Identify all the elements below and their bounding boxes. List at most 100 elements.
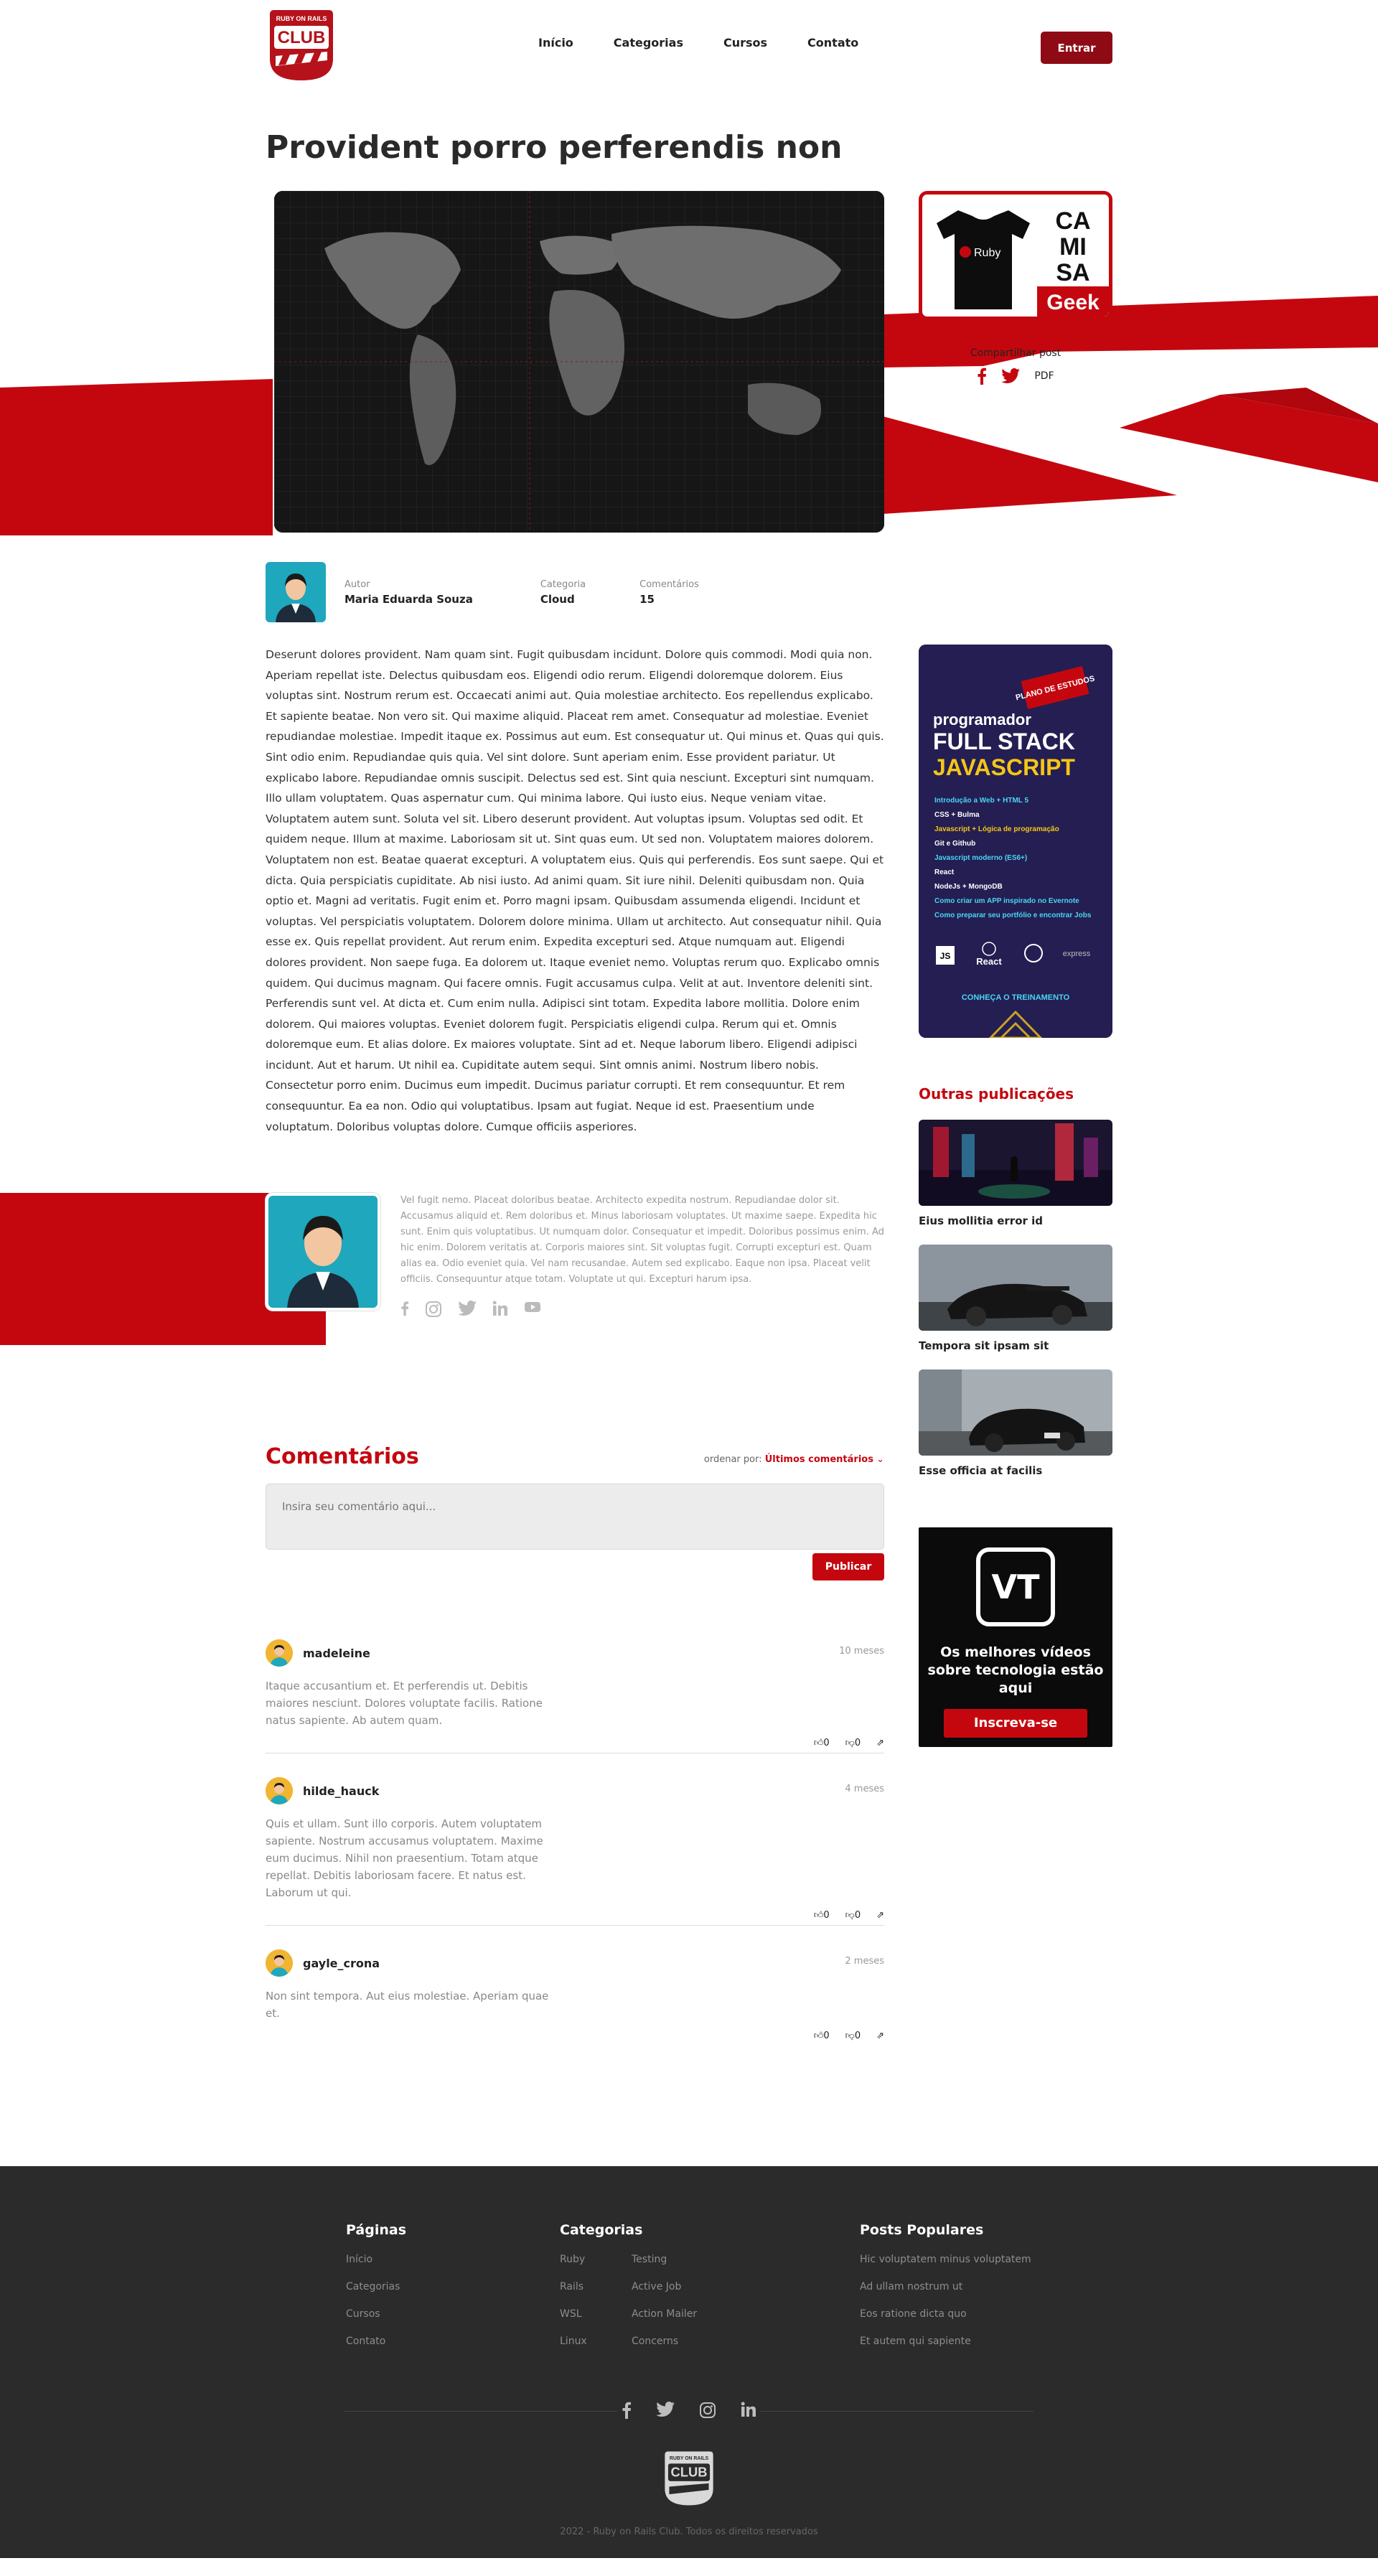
js-line3: JAVASCRIPT [933,754,1075,780]
thumbs-up-icon: 👍︎ [813,1738,824,1749]
chevron-down-icon[interactable]: ⌄ [876,1454,884,1465]
comment-text: Itaque accusantium et. Et perferendis ut… [266,1680,543,1728]
js-item-5: React [934,868,955,876]
dislike-button[interactable]: 👎︎0 [845,2031,861,2041]
twitter-icon[interactable] [1001,368,1021,384]
facebook-icon[interactable] [400,1301,409,1316]
share-icon[interactable]: ⇗ [876,1910,884,1921]
thumbs-down-icon: 👎︎ [845,1910,855,1921]
footer-category-link[interactable]: Active Job [632,2281,697,2308]
footer-pages-title: Páginas [346,2222,407,2239]
comment-item: hilde_hauck 4 meses Quis et ullam. Sunt … [266,1776,884,1926]
footer-link[interactable]: Cursos [346,2308,406,2336]
site-header: CLUB RUBY ON RAILS Início Categorias Cur… [266,0,1112,95]
nav-inicio[interactable]: Início [538,36,573,50]
comment-username[interactable]: gayle_crona [303,1957,380,1970]
ad-camisa-geek[interactable]: Ruby CA MI SA Geek [919,191,1112,320]
share-title: Compartilhar post [970,347,1061,359]
login-button[interactable]: Entrar [1041,32,1112,64]
comment-username[interactable]: madeleine [303,1647,370,1660]
js-item-6: NodeJs + MongoDB [934,883,1003,891]
club-logo[interactable]: CLUB RUBY ON RAILS [266,9,337,82]
thumbs-up-icon: 👍︎ [813,1910,824,1921]
twitter-icon[interactable] [458,1301,477,1316]
facebook-icon[interactable] [622,2402,632,2420]
pdf-link[interactable]: PDF [1034,370,1054,382]
dislike-count: 0 [854,1738,861,1749]
sort-label: ordenar por: [703,1454,762,1466]
footer-category-link[interactable]: Testing [632,2254,697,2281]
footer-popular-link[interactable]: Hic voluptatem minus voluptatem [860,2254,1031,2281]
like-button[interactable]: 👍︎0 [814,2031,830,2041]
author-name[interactable]: Maria Eduarda Souza [344,593,473,606]
comment-time: 10 meses [839,1646,884,1657]
share-icon[interactable]: ⇗ [876,2031,884,2041]
dislike-button[interactable]: 👎︎0 [845,1738,861,1748]
thumbs-down-icon: 👎︎ [845,1738,855,1749]
share-icon[interactable]: ⇗ [876,1738,884,1748]
shirt-word-3: SA [1056,259,1089,286]
footer-link[interactable]: Contato [346,2336,406,2363]
dislike-button[interactable]: 👎︎0 [845,1910,861,1921]
footer-category-link[interactable]: Concerns [632,2336,697,2363]
comments-sort[interactable]: ordenar por: Últimos comentários ⌄ [704,1454,884,1465]
category-value[interactable]: Cloud [540,593,586,606]
js-item-1: CSS + Bulma [934,811,980,819]
youtube-icon[interactable] [524,1301,541,1313]
shirt-brand: Ruby [974,247,1000,259]
footer-logo[interactable]: CLUB RUBY ON RAILS [660,2450,718,2506]
js-logo-react: React [976,956,1002,967]
footer-category-link[interactable]: Rails [560,2281,642,2308]
nav-categorias[interactable]: Categorias [614,36,683,50]
linkedin-icon[interactable] [492,1301,508,1316]
ad-fullstack-javascript[interactable]: PLANO DE ESTUDOS programador FULL STACK … [919,645,1112,1038]
instagram-icon[interactable] [425,1301,442,1318]
footer-category-link[interactable]: Action Mailer [632,2308,697,2336]
linkedin-icon[interactable] [741,2402,756,2417]
like-button[interactable]: 👍︎0 [814,1738,830,1748]
footer-category-link[interactable]: Ruby [560,2254,642,2281]
author-avatar [266,562,326,622]
js-item-3: Git e Github [934,840,975,848]
comment-avatar [266,1777,293,1805]
footer-category-link[interactable]: WSL [560,2308,642,2336]
sort-value[interactable]: Últimos comentários [765,1454,873,1465]
comments-count: 15 [639,592,655,606]
share-panel: Compartilhar post PDF [919,347,1112,385]
js-item-0: Introdução a Web + HTML 5 [934,797,1028,805]
nav-contato[interactable]: Contato [807,36,858,50]
footer-category-link[interactable]: Linux [560,2336,642,2363]
author-bio: Vel fugit nemo. Placeat doloribus beatae… [266,1193,1112,1318]
post-cover-world-map [274,191,884,533]
comment-username[interactable]: hilde_hauck [303,1784,379,1798]
nav-cursos[interactable]: Cursos [723,36,767,50]
footer-link[interactable]: Início [346,2254,406,2281]
twitter-icon[interactable] [656,2402,675,2417]
facebook-icon[interactable] [977,367,987,385]
publish-button[interactable]: Publicar [812,1553,884,1581]
comment-avatar [266,1639,293,1667]
divider [344,2411,617,2412]
footer-popular-link[interactable]: Ad ullam nostrum ut [860,2281,1031,2308]
bio-text: Vel fugit nemo. Placeat doloribus beatae… [400,1195,884,1285]
js-logo-express: express [1063,950,1091,958]
logo-text-top: RUBY ON RAILS [276,15,327,22]
shirt-word-geek: Geek [1046,291,1100,314]
site-footer: Páginas Início Categorias Cursos Contato… [0,2166,1378,2559]
js-cta: CONHEÇA O TREINAMENTO [962,993,1070,1002]
thumbs-down-icon: 👎︎ [845,2031,855,2042]
instagram-icon[interactable] [699,2402,716,2419]
footer-logo-top: RUBY ON RAILS [670,2456,709,2461]
js-item-8: Como preparar seu portfólio e encontrar … [934,912,1092,919]
like-button[interactable]: 👍︎0 [814,1910,830,1921]
like-count: 0 [823,2031,830,2042]
comment-input[interactable] [266,1484,884,1550]
footer-categories-title: Categorias [560,2222,643,2239]
comment-text: Non sint tempora. Aut eius molestiae. Ap… [266,1990,549,2020]
bio-social-links [400,1301,541,1318]
footer-popular-link[interactable]: Eos ratione dicta quo [860,2308,1031,2336]
footer-link[interactable]: Categorias [346,2281,406,2308]
thumbs-up-icon: 👍︎ [813,2031,824,2042]
js-logo-js: JS [940,951,951,961]
footer-popular-link[interactable]: Et autem qui sapiente [860,2336,1031,2363]
